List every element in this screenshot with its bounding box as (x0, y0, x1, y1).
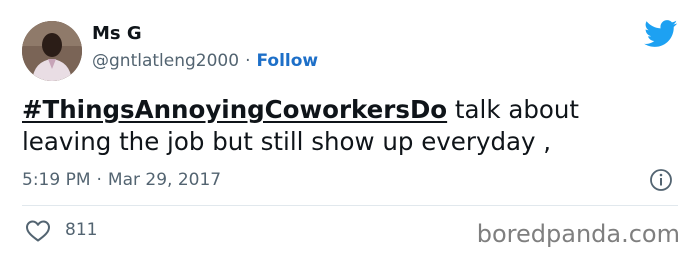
info-icon[interactable] (649, 168, 673, 192)
timestamp[interactable]: 5:19 PM · Mar 29, 2017 (22, 170, 221, 190)
divider (22, 205, 678, 206)
tweet-card: Ms G @gntlatleng2000 · Follow #ThingsAnnoy… (0, 0, 700, 257)
twitter-bird-icon[interactable] (644, 20, 678, 48)
tweet-text: #ThingsAnnoyingCoworkersDo talk about le… (22, 94, 672, 158)
timestamp-separator: · (96, 170, 102, 190)
handle-row: @gntlatleng2000 · Follow (92, 51, 318, 71)
like-count: 811 (65, 220, 98, 240)
heart-icon[interactable] (25, 219, 51, 243)
user-handle[interactable]: @gntlatleng2000 (92, 51, 239, 71)
avatar[interactable] (22, 21, 82, 81)
tweet-time: 5:19 PM (22, 170, 91, 190)
follow-button[interactable]: Follow (256, 51, 318, 71)
display-name[interactable]: Ms G (92, 23, 142, 44)
hashtag-link[interactable]: #ThingsAnnoyingCoworkersDo (22, 95, 447, 124)
tweet-date: Mar 29, 2017 (107, 170, 222, 190)
watermark: boredpanda.com (476, 220, 680, 248)
handle-separator: · (245, 51, 251, 71)
